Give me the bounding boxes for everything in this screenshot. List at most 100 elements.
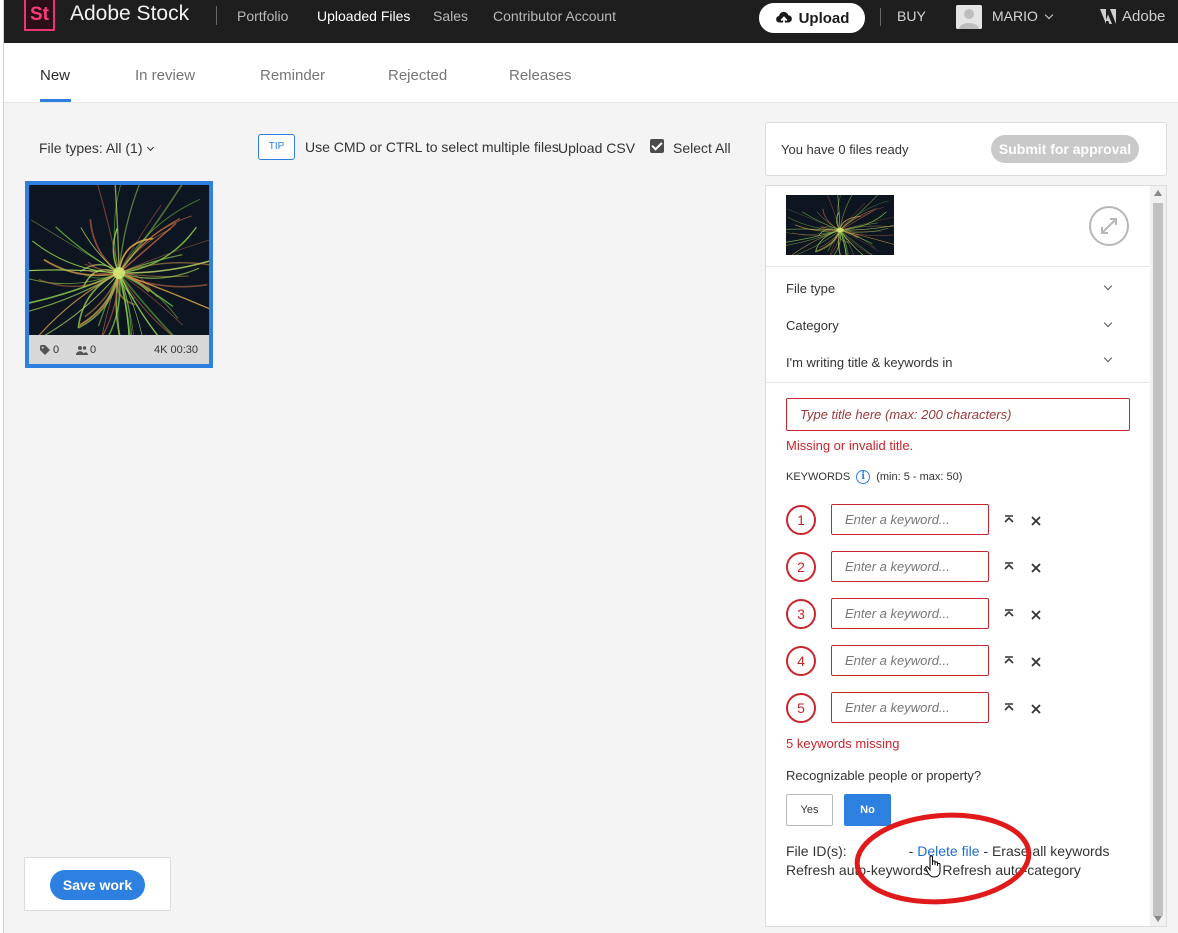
- brand-name[interactable]: Adobe Stock: [70, 2, 189, 26]
- panel-scrollbar[interactable]: [1150, 186, 1166, 926]
- keyword-input-2[interactable]: [831, 551, 989, 582]
- tab-in-review[interactable]: In review: [135, 67, 195, 84]
- chevron-down-icon: [1044, 10, 1054, 20]
- move-to-top-icon[interactable]: [1002, 701, 1016, 715]
- move-to-top-icon[interactable]: [1002, 654, 1016, 668]
- refresh-category-link[interactable]: Refresh auto-category: [942, 862, 1081, 878]
- top-bar: St Adobe Stock Portfolio Uploaded Files …: [4, 0, 1178, 43]
- nav-uploaded-files[interactable]: Uploaded Files: [317, 8, 410, 24]
- save-work-container: Save work: [24, 857, 171, 911]
- adobe-label: Adobe: [1122, 8, 1166, 25]
- upload-csv-link[interactable]: Upload CSV: [558, 140, 635, 156]
- submit-for-approval-button[interactable]: Submit for approval: [991, 135, 1139, 163]
- panel-preview: [786, 195, 894, 255]
- nav-sales[interactable]: Sales: [433, 8, 468, 24]
- adobe-logo-icon: [1100, 9, 1116, 24]
- upload-button[interactable]: Upload: [759, 3, 865, 33]
- expand-icon: [1101, 218, 1117, 234]
- language-dropdown[interactable]: I'm writing title & keywords in: [786, 355, 1116, 370]
- starburst-preview-image: [786, 195, 894, 255]
- scroll-up-arrow-icon[interactable]: [1154, 190, 1162, 196]
- top-bar-divider: [880, 8, 881, 26]
- keyword-count: 0: [53, 344, 60, 356]
- remove-keyword-icon[interactable]: [1030, 562, 1042, 574]
- refresh-actions-row: Refresh auto-keywords - Refresh auto-cat…: [786, 862, 1081, 878]
- keywords-header: KEYWORDS i (min: 5 - max: 50): [786, 470, 962, 484]
- move-to-top-icon[interactable]: [1002, 560, 1016, 574]
- refresh-keywords-link[interactable]: Refresh auto-keywords: [786, 862, 930, 878]
- adobe-link[interactable]: Adobe: [1100, 8, 1165, 25]
- user-avatar-icon: [956, 5, 982, 29]
- user-name: MARIO: [992, 8, 1038, 24]
- remove-keyword-icon[interactable]: [1030, 703, 1042, 715]
- remove-keyword-icon[interactable]: [1030, 515, 1042, 527]
- erase-keywords-link[interactable]: Erase all keywords: [992, 843, 1110, 859]
- upload-label: Upload: [798, 9, 850, 27]
- tab-rejected[interactable]: Rejected: [388, 67, 447, 84]
- nav-contributor-account[interactable]: Contributor Account: [493, 8, 616, 24]
- keyword-input-4[interactable]: [831, 645, 989, 676]
- scroll-down-arrow-icon[interactable]: [1154, 916, 1162, 922]
- file-thumbnail[interactable]: 0 0 4K 00:30: [25, 181, 213, 368]
- keywords-range: (min: 5 - max: 50): [876, 471, 963, 483]
- active-tab-indicator: [40, 99, 71, 102]
- brand-divider: [216, 6, 217, 25]
- tip-badge: TIP: [258, 134, 295, 160]
- keyword-number-3: 3: [786, 599, 816, 629]
- keyword-input-1[interactable]: [831, 504, 989, 535]
- title-input[interactable]: [786, 398, 1130, 431]
- expand-button[interactable]: [1089, 206, 1129, 246]
- people-count: 0: [90, 344, 97, 356]
- chevron-down-icon: [147, 143, 155, 152]
- starburst-preview-image: [29, 185, 209, 335]
- tab-releases[interactable]: Releases: [509, 67, 572, 84]
- divider: [766, 266, 1151, 267]
- window-edge: [0, 0, 4, 933]
- people-no-button[interactable]: No: [844, 794, 891, 826]
- keywords-label: KEYWORDS: [786, 471, 851, 483]
- thumbnail-info-bar: 0 0 4K 00:30: [29, 335, 209, 364]
- select-all-checkbox[interactable]: [650, 139, 664, 153]
- tab-new[interactable]: New: [40, 67, 70, 84]
- remove-keyword-icon[interactable]: [1030, 609, 1042, 621]
- people-question: Recognizable people or property?: [786, 768, 982, 783]
- resolution-duration: 4K 00:30: [154, 344, 199, 356]
- files-ready-text: You have 0 files ready: [781, 142, 909, 157]
- buy-link[interactable]: BUY: [897, 8, 926, 24]
- keyword-input-5[interactable]: [831, 692, 989, 723]
- nav-portfolio[interactable]: Portfolio: [237, 8, 288, 24]
- user-menu[interactable]: MARIO: [992, 8, 1054, 24]
- keyword-input-3[interactable]: [831, 598, 989, 629]
- category-dropdown[interactable]: Category: [786, 318, 1116, 333]
- adobe-stock-logo[interactable]: St: [24, 0, 55, 31]
- file-id-label: File ID(s):: [786, 843, 847, 859]
- ready-summary: You have 0 files ready Submit for approv…: [765, 122, 1167, 176]
- status-tabs: New In review Reminder Rejected Releases: [4, 43, 1178, 103]
- avatar[interactable]: [956, 5, 982, 29]
- keyword-number-5: 5: [786, 693, 816, 723]
- cloud-upload-icon: [775, 11, 792, 25]
- file-details-panel: File type Category I'm writing title & k…: [765, 185, 1167, 927]
- save-work-button[interactable]: Save work: [50, 870, 145, 900]
- move-to-top-icon[interactable]: [1002, 607, 1016, 621]
- keywords-error: 5 keywords missing: [786, 736, 900, 751]
- people-yes-button[interactable]: Yes: [786, 794, 833, 826]
- keyword-number-2: 2: [786, 552, 816, 582]
- delete-file-link[interactable]: Delete file: [917, 843, 979, 859]
- move-to-top-icon[interactable]: [1002, 513, 1016, 527]
- remove-keyword-icon[interactable]: [1030, 656, 1042, 668]
- file-type-dropdown[interactable]: File type: [786, 281, 1116, 296]
- scroll-thumb[interactable]: [1153, 203, 1163, 916]
- tab-reminder[interactable]: Reminder: [260, 67, 325, 84]
- divider: [766, 382, 1151, 383]
- tip-text: Use CMD or CTRL to select multiple files: [305, 139, 559, 155]
- title-error: Missing or invalid title.: [786, 438, 914, 453]
- info-icon[interactable]: i: [856, 470, 871, 484]
- file-actions-row: File ID(s): - Delete file - Erase all key…: [786, 843, 1110, 859]
- tag-icon: [40, 345, 50, 355]
- people-icon: [76, 346, 88, 355]
- file-types-filter[interactable]: File types: All (1): [39, 140, 155, 156]
- video-preview: [29, 185, 209, 335]
- select-all-label[interactable]: Select All: [673, 140, 731, 156]
- keyword-number-1: 1: [786, 505, 816, 535]
